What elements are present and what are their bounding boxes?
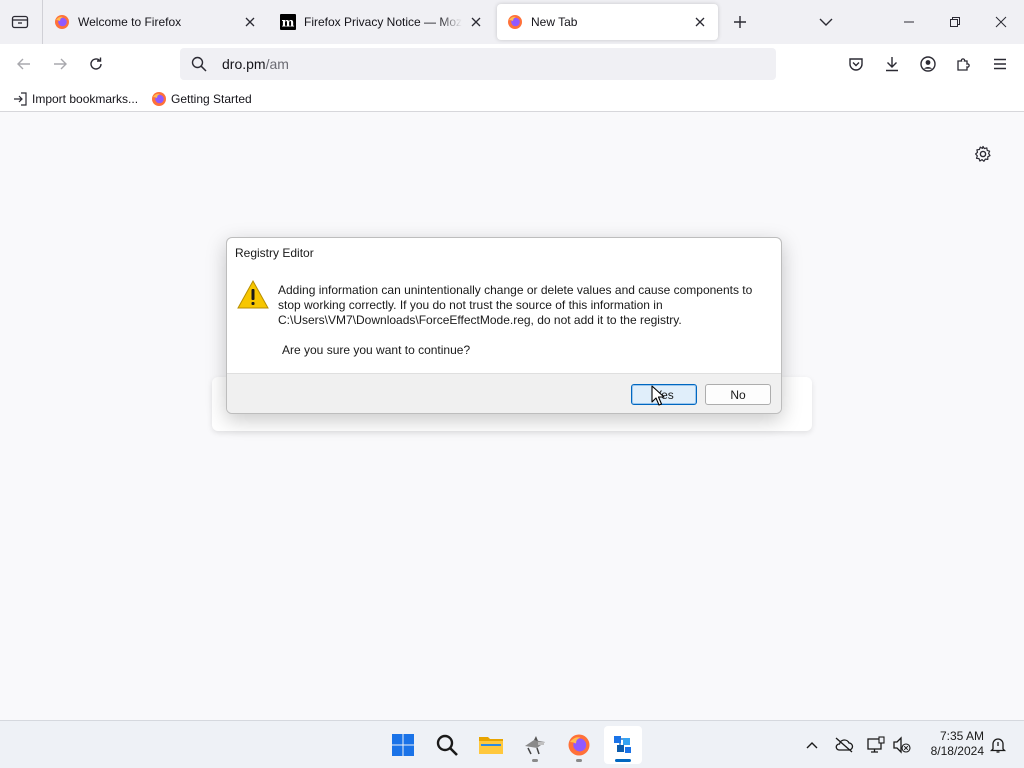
warning-icon (237, 279, 269, 309)
gear-icon (975, 145, 991, 162)
network-icon (867, 736, 885, 753)
cloud-off-icon (835, 737, 854, 753)
plus-icon (734, 16, 746, 28)
tab-label: Firefox Privacy Notice — Mozilla (304, 15, 462, 29)
close-tab-icon[interactable] (242, 14, 258, 30)
bookmark-label: Import bookmarks... (32, 92, 139, 106)
search-icon (190, 55, 208, 73)
forward-arrow-icon (54, 58, 67, 70)
puzzle-icon (957, 58, 970, 71)
taskbar-app-button[interactable] (516, 726, 554, 764)
mozilla-m-icon: m (280, 14, 296, 30)
close-tab-icon[interactable] (468, 14, 484, 30)
minimize-button[interactable] (886, 0, 932, 44)
extensions-button[interactable] (950, 50, 978, 78)
firefox-view-icon (11, 15, 29, 29)
notifications-button[interactable] (986, 733, 1010, 757)
app-menu-button[interactable] (986, 50, 1014, 78)
new-tab-button[interactable] (728, 8, 752, 36)
import-icon (12, 91, 28, 107)
taskbar-search-button[interactable] (428, 726, 466, 764)
notification-bell-icon (989, 738, 1007, 753)
url-host: dro.pm (222, 56, 266, 72)
tab-welcome-to-firefox[interactable]: Welcome to Firefox (44, 4, 268, 40)
firefox-icon (54, 14, 70, 30)
bookmarks-toolbar: Import bookmarks... Getting Started (0, 85, 1024, 112)
onedrive-tray-button[interactable] (832, 733, 856, 757)
firefox-view-button[interactable] (4, 6, 36, 38)
taskbar-firefox-button[interactable] (560, 726, 598, 764)
downloads-button[interactable] (878, 50, 906, 78)
firefox-icon (151, 91, 167, 107)
account-button[interactable] (914, 50, 942, 78)
account-icon (920, 56, 936, 72)
restore-button[interactable] (932, 0, 978, 44)
registry-editor-dialog: Registry Editor Adding information can u… (226, 237, 782, 414)
forward-button[interactable] (46, 50, 74, 78)
clock-date: 8/18/2024 (930, 744, 984, 758)
windows-start-button[interactable] (384, 726, 422, 764)
windows-start-icon (392, 734, 414, 756)
bookmark-getting-started[interactable]: Getting Started (151, 89, 252, 109)
url-path: /am (265, 56, 289, 72)
taskbar: 7:35 AM 8/18/2024 (0, 720, 1024, 768)
tab-label: Welcome to Firefox (78, 15, 182, 29)
network-tray-button[interactable] (864, 733, 888, 757)
firefox-icon (568, 734, 590, 756)
reload-icon (90, 57, 102, 70)
dialog-question: Are you sure you want to continue? (282, 343, 471, 357)
reload-button[interactable] (82, 50, 110, 78)
taskbar-registry-editor-button[interactable] (604, 726, 642, 764)
close-tab-icon[interactable] (692, 14, 708, 30)
close-window-button[interactable] (978, 0, 1024, 44)
restore-icon (950, 17, 960, 27)
customize-button[interactable] (970, 141, 996, 167)
close-icon (995, 16, 1007, 28)
firefox-icon (507, 14, 523, 30)
show-hidden-icons-button[interactable] (800, 733, 824, 757)
pocket-icon (849, 58, 863, 71)
tab-separator (42, 0, 43, 44)
no-button[interactable]: No (705, 384, 771, 405)
volume-tray-button[interactable] (890, 733, 914, 757)
bookmark-label: Getting Started (171, 92, 252, 106)
download-icon (886, 57, 898, 72)
file-explorer-button[interactable] (472, 726, 510, 764)
bookmark-import[interactable]: Import bookmarks... (12, 89, 138, 109)
url-text[interactable]: dro.pm/am (222, 56, 289, 72)
dialog-message: Adding information can unintentionally c… (278, 283, 753, 327)
app-icon (525, 736, 545, 755)
system-clock[interactable]: 7:35 AM 8/18/2024 (918, 729, 984, 759)
active-indicator (615, 759, 631, 762)
minimize-icon (904, 21, 914, 23)
running-indicator (532, 759, 538, 762)
hamburger-menu-icon (994, 58, 1006, 70)
dialog-title: Registry Editor (235, 246, 314, 260)
back-button[interactable] (10, 50, 38, 78)
address-bar[interactable]: dro.pm/am (180, 48, 776, 80)
new-tab-page (0, 113, 1024, 720)
search-icon (436, 734, 458, 756)
running-indicator (576, 759, 582, 762)
yes-button[interactable]: Yes (631, 384, 697, 405)
tab-new-tab[interactable]: New Tab (497, 4, 718, 40)
dialog-button-bar: Yes No (227, 373, 781, 413)
back-arrow-icon (17, 58, 30, 70)
navigation-toolbar: dro.pm/am (0, 44, 1024, 85)
tab-label: New Tab (531, 15, 578, 29)
tab-firefox-privacy-notice[interactable]: m Firefox Privacy Notice — Mozilla (270, 4, 494, 40)
pocket-button[interactable] (842, 50, 870, 78)
svg-text:m: m (282, 16, 295, 30)
chevron-down-icon (819, 18, 833, 26)
file-explorer-icon (479, 737, 503, 754)
list-all-tabs-button[interactable] (814, 8, 838, 36)
speaker-muted-icon (893, 736, 911, 754)
registry-editor-icon (614, 736, 631, 753)
chevron-up-icon (806, 742, 818, 749)
tab-strip: Welcome to Firefox m Firefox Privacy Not… (0, 0, 1024, 44)
clock-time: 7:35 AM (939, 729, 984, 743)
